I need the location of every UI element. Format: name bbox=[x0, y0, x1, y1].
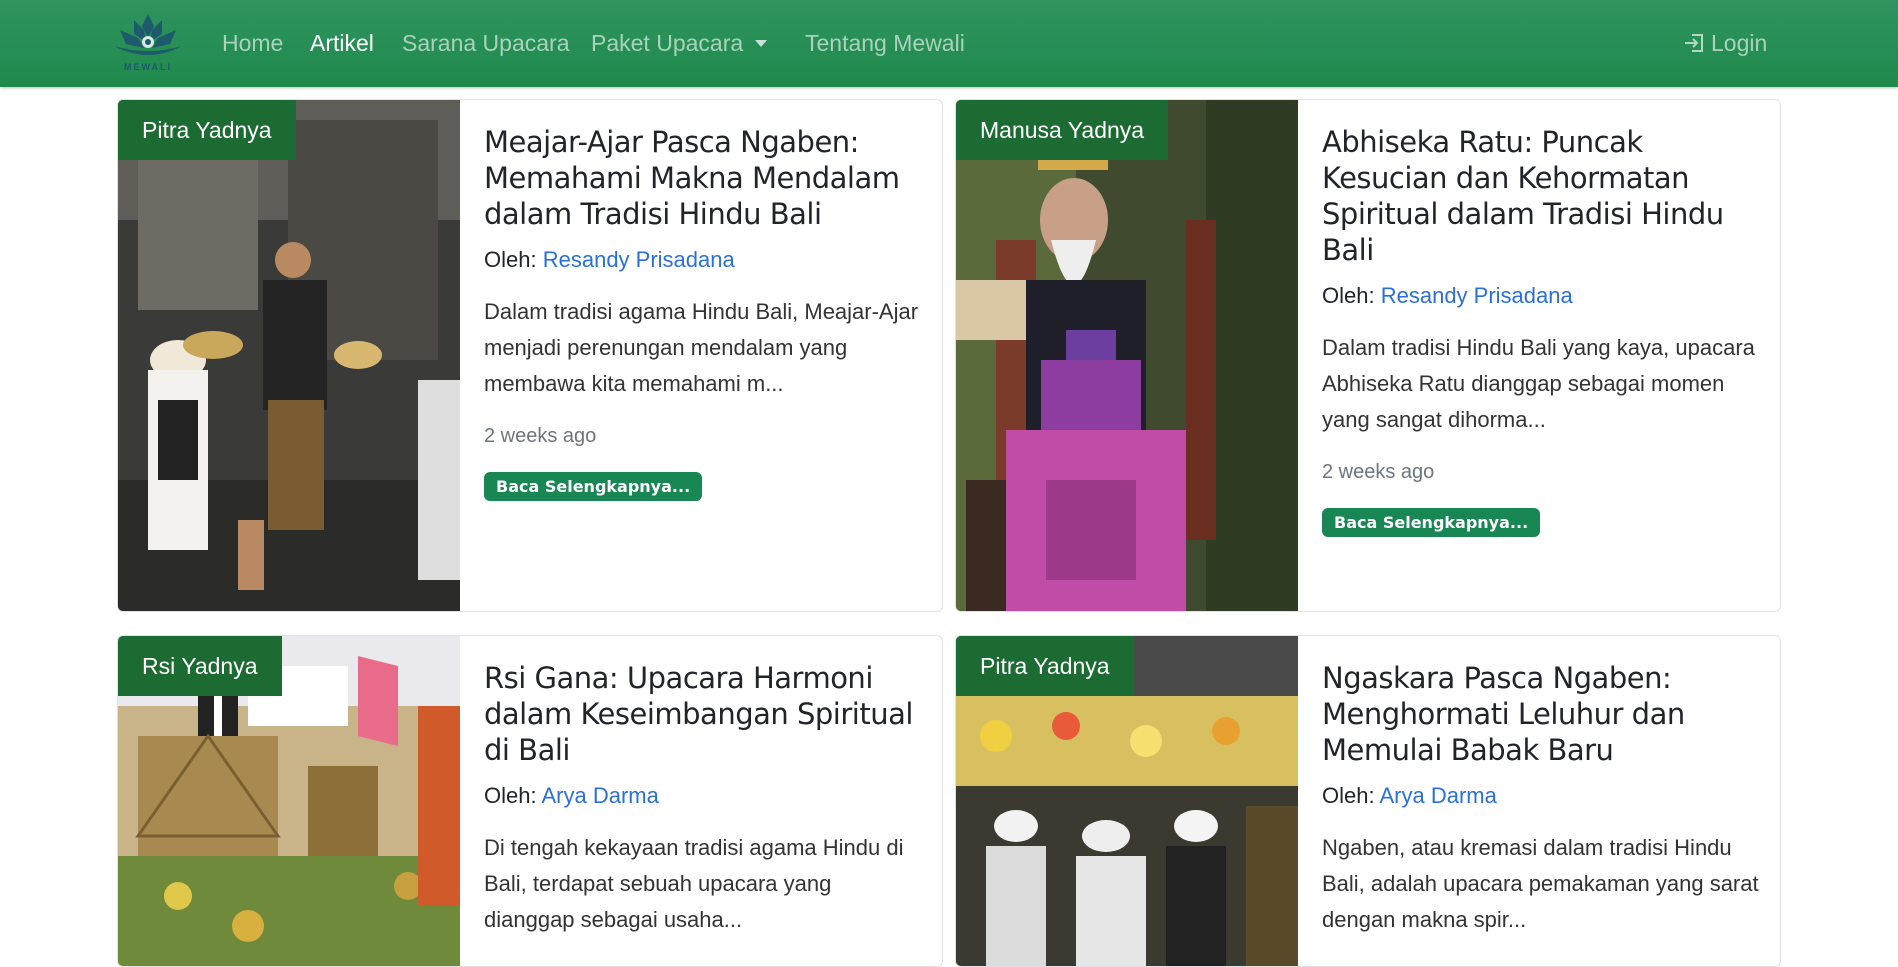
author-prefix: Oleh: bbox=[484, 783, 537, 808]
article-excerpt: Di tengah kekayaan tradisi agama Hindu d… bbox=[484, 835, 904, 932]
category-badge: Rsi Yadnya bbox=[118, 636, 282, 696]
article-author: Oleh: Resandy Prisadana bbox=[484, 244, 922, 276]
article-image[interactable] bbox=[118, 100, 460, 611]
caret-down-icon bbox=[755, 40, 768, 47]
nav-artikel[interactable]: Artikel bbox=[310, 30, 374, 57]
article-body: Ngaskara Pasca Ngaben: Menghormati Leluh… bbox=[1322, 660, 1760, 938]
read-more-button[interactable]: Baca Selengkapnya... bbox=[484, 472, 703, 501]
article-title[interactable]: Rsi Gana: Upacara Harmoni dalam Keseimba… bbox=[484, 660, 922, 768]
nav-paket-upacara-label: Paket Upacara bbox=[591, 30, 744, 56]
article-excerpt: Ngaben, atau kremasi dalam tradisi Hindu… bbox=[1322, 835, 1759, 932]
read-more-button[interactable]: Baca Selengkapnya... bbox=[1322, 508, 1541, 537]
category-badge: Pitra Yadnya bbox=[118, 100, 296, 160]
article-body: Meajar-Ajar Pasca Ngaben: Memahami Makna… bbox=[484, 124, 922, 501]
nav-paket-upacara[interactable]: Paket Upacara bbox=[591, 30, 768, 57]
article-author: Oleh: Arya Darma bbox=[1322, 780, 1760, 812]
article-title[interactable]: Meajar-Ajar Pasca Ngaben: Memahami Makna… bbox=[484, 124, 922, 232]
article-card: Rsi Yadnya Rsi Gana: Upacara Harmoni dal… bbox=[117, 635, 943, 967]
nav-sarana-upacara[interactable]: Sarana Upacara bbox=[402, 30, 570, 57]
category-badge: Pitra Yadnya bbox=[956, 636, 1134, 696]
author-link[interactable]: Arya Darma bbox=[1380, 783, 1497, 808]
article-title[interactable]: Abhiseka Ratu: Puncak Kesucian dan Kehor… bbox=[1322, 124, 1760, 268]
article-excerpt: Dalam tradisi agama Hindu Bali, Meajar-A… bbox=[484, 299, 919, 396]
logo-text: MEWALI bbox=[124, 62, 172, 72]
article-image[interactable] bbox=[956, 100, 1298, 611]
author-link[interactable]: Resandy Prisadana bbox=[543, 247, 735, 272]
article-time: 2 weeks ago bbox=[484, 425, 597, 447]
author-link[interactable]: Resandy Prisadana bbox=[1381, 283, 1573, 308]
nav-tentang-mewali[interactable]: Tentang Mewali bbox=[805, 30, 965, 57]
article-author: Oleh: Arya Darma bbox=[484, 780, 922, 812]
article-excerpt: Dalam tradisi Hindu Bali yang kaya, upac… bbox=[1322, 335, 1755, 432]
mewali-logo[interactable]: MEWALI bbox=[110, 12, 186, 74]
author-prefix: Oleh: bbox=[1322, 283, 1375, 308]
login-icon bbox=[1685, 34, 1703, 52]
author-link[interactable]: Arya Darma bbox=[542, 783, 659, 808]
login-label: Login bbox=[1711, 30, 1768, 56]
article-body: Rsi Gana: Upacara Harmoni dalam Keseimba… bbox=[484, 660, 922, 938]
article-time: 2 weeks ago bbox=[1322, 461, 1435, 483]
author-prefix: Oleh: bbox=[484, 247, 537, 272]
login-link[interactable]: Login bbox=[1683, 30, 1767, 57]
article-card: Pitra Yadnya Meajar-Ajar Pasca Ngaben: M… bbox=[117, 99, 943, 612]
category-badge: Manusa Yadnya bbox=[956, 100, 1169, 160]
article-card: Manusa Yadnya Abhiseka Ratu: Puncak Kesu… bbox=[955, 99, 1781, 612]
article-body: Abhiseka Ratu: Puncak Kesucian dan Kehor… bbox=[1322, 124, 1760, 537]
navbar: MEWALI Home Artikel Sarana Upacara Paket… bbox=[0, 0, 1898, 87]
article-card: Pitra Yadnya Ngaskara Pasca Ngaben: Meng… bbox=[955, 635, 1781, 967]
article-title[interactable]: Ngaskara Pasca Ngaben: Menghormati Leluh… bbox=[1322, 660, 1760, 768]
article-author: Oleh: Resandy Prisadana bbox=[1322, 280, 1760, 312]
nav-home[interactable]: Home bbox=[222, 30, 283, 57]
author-prefix: Oleh: bbox=[1322, 783, 1375, 808]
lotus-icon bbox=[114, 14, 182, 55]
